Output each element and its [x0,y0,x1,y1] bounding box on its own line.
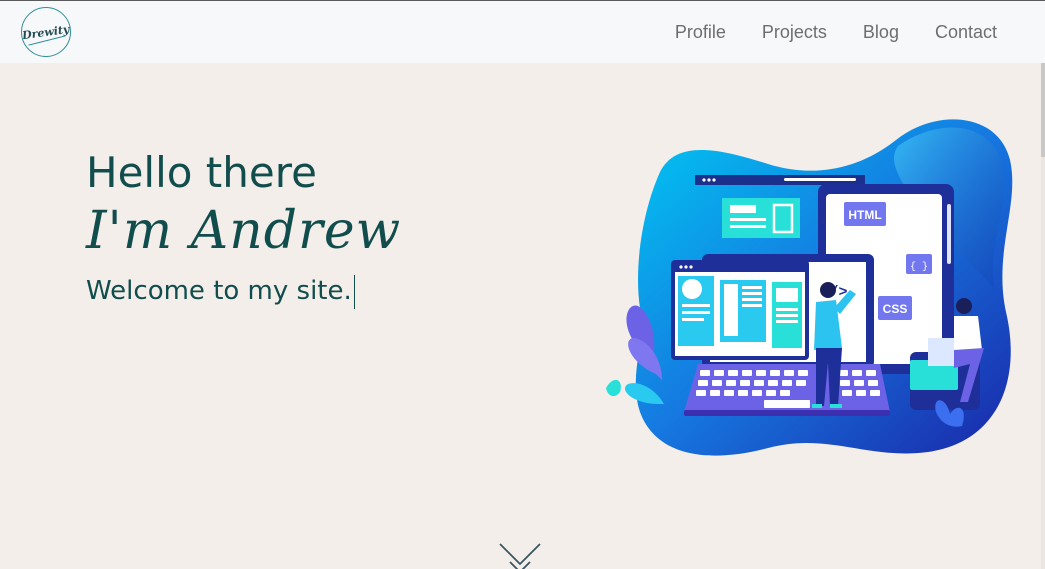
developer-illustration: HTML { } CSS [606,119,1013,456]
page-scrollbar-thumb[interactable] [1041,63,1045,157]
welcome-text: Welcome to my site. [86,276,352,306]
braces-tag: { } [910,261,928,273]
hero-welcome: Welcome to my site. [86,274,401,309]
hero-greeting: Hello there [86,148,317,197]
nav-contact-link[interactable]: Contact [935,22,997,43]
css-tag: CSS [883,302,908,316]
chevron-down-icon[interactable] [498,540,542,569]
hero-intro: Hello there I'm Andrew Welcome to my sit… [86,148,401,309]
background-window [695,175,865,185]
logo-text: Drewity [21,22,71,42]
main-nav: Profile Projects Blog Contact [675,1,997,64]
typing-cursor [353,274,355,309]
nav-profile-link[interactable]: Profile [675,22,726,43]
site-logo[interactable]: Drewity [21,7,71,57]
laptop [671,254,890,416]
nav-projects-link[interactable]: Projects [762,22,827,43]
navbar: Drewity Profile Projects Blog Contact [0,0,1045,63]
nav-blog-link[interactable]: Blog [863,22,899,43]
hero-name: I'm Andrew [86,201,402,261]
card-widget [722,198,800,238]
html-tag: HTML [848,208,881,222]
